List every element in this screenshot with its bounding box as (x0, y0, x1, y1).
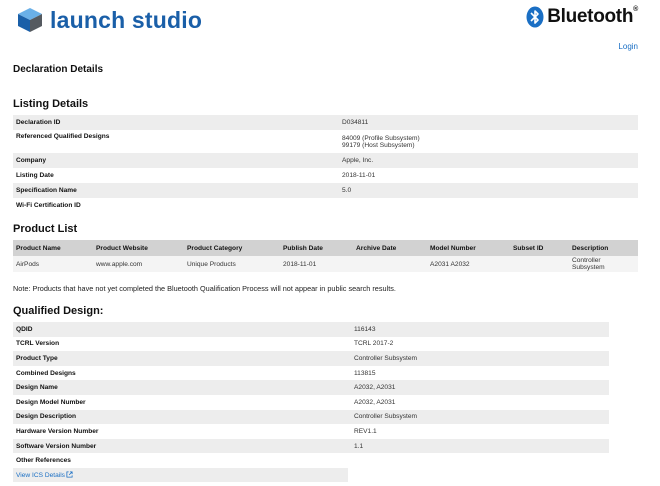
col-subset-id: Subset ID (510, 240, 569, 256)
listing-row-referenced-designs: Referenced Qualified Designs 84009 (Prof… (13, 130, 638, 153)
cell-publish-date: 2018-11-01 (280, 256, 353, 272)
col-product-category: Product Category (184, 240, 280, 256)
qd-row-combined-designs: Combined Designs 113815 (13, 366, 609, 381)
page-title: Declaration Details (13, 64, 104, 75)
qd-value: A2032, A2031 (354, 398, 396, 406)
product-list-table: Product Name Product Website Product Cat… (13, 240, 638, 272)
bluetooth-logo: Bluetooth® (526, 6, 638, 28)
search-note: Note: Products that have not yet complet… (13, 284, 396, 293)
qd-key: Design Description (16, 413, 77, 421)
col-product-website: Product Website (93, 240, 184, 256)
cell-description: Controller Subsystem (569, 256, 638, 272)
col-archive-date: Archive Date (353, 240, 427, 256)
product-list-title: Product List (13, 223, 78, 235)
listing-value (339, 198, 638, 213)
col-description: Description (569, 240, 638, 256)
listing-key: Specification Name (16, 187, 77, 194)
qd-row-software-version: Software Version Number 1.1 (13, 438, 609, 454)
listing-key: Declaration ID (16, 119, 61, 126)
qualified-design-title: Qualified Design: (13, 305, 104, 317)
bluetooth-icon (526, 6, 544, 28)
qd-key: Hardware Version Number (16, 427, 99, 435)
qd-row-qdid: QDID 116143 (13, 322, 609, 337)
qd-value: TCRL 2017-2 (354, 340, 394, 348)
col-product-name: Product Name (13, 240, 93, 256)
qd-row-design-name: Design Name A2032, A2031 (13, 380, 609, 395)
cell-subset-id (510, 256, 569, 272)
cell-product-name: AirPods (13, 256, 93, 272)
brand-name: launch studio (50, 6, 203, 33)
qd-value: 1.1 (354, 442, 364, 450)
listing-value: D034811 (342, 119, 369, 126)
listing-row-listing-date: Listing Date 2018-11-01 (13, 168, 638, 183)
external-link-icon (66, 471, 73, 478)
referenced-design-2: 99179 (Host Subsystem) (342, 141, 415, 149)
qd-row-other-references: Other References (13, 453, 609, 468)
qd-row-design-model-number: Design Model Number A2032, A2031 (13, 395, 609, 410)
qd-value: 113815 (354, 369, 376, 377)
listing-key: Listing Date (16, 172, 54, 179)
col-publish-date: Publish Date (280, 240, 353, 256)
view-ics-details-link[interactable]: View ICS Details (16, 471, 73, 479)
listing-row-specification-name: Specification Name 5.0 (13, 183, 638, 198)
referenced-design-1: 84009 (Profile Subsystem) (342, 134, 420, 142)
site-header: launch studio Bluetooth® (0, 0, 660, 40)
cell-archive-date (353, 256, 427, 272)
qd-value: REV1.1 (354, 427, 377, 435)
qd-key: TCRL Version (16, 340, 60, 348)
listing-row-wifi-certification: Wi-Fi Certification ID (13, 198, 638, 213)
listing-row-company: Company Apple, Inc. (13, 153, 638, 168)
listing-key: Wi-Fi Certification ID (16, 202, 81, 209)
qd-row-hardware-version: Hardware Version Number REV1.1 (13, 424, 609, 439)
qd-key: Design Name (16, 384, 58, 392)
cell-product-website: www.apple.com (93, 256, 184, 272)
listing-key: Referenced Qualified Designs (16, 133, 110, 140)
view-ics-details-label: View ICS Details (16, 472, 65, 479)
qd-value: Controller Subsystem (354, 413, 418, 421)
cell-model-number: A2031 A2032 (427, 256, 510, 272)
qd-key: QDID (16, 325, 33, 333)
qd-key: Other References (16, 457, 71, 465)
launch-studio-logo[interactable]: launch studio (14, 6, 202, 34)
qualified-design-table: QDID 116143 TCRL Version TCRL 2017-2 Pro… (13, 322, 609, 468)
listing-value: 5.0 (342, 187, 352, 194)
qd-row-design-description: Design Description Controller Subsystem (13, 409, 609, 425)
listing-value: Apple, Inc. (342, 157, 374, 164)
listing-value: 2018-11-01 (342, 172, 376, 179)
qd-row-product-type: Product Type Controller Subsystem (13, 351, 609, 366)
qd-key: Combined Designs (16, 369, 76, 377)
ics-details-row: View ICS Details (13, 468, 348, 482)
cell-product-category: Unique Products (184, 256, 280, 272)
product-list-header: Product Name Product Website Product Cat… (13, 240, 638, 256)
listing-value: 84009 (Profile Subsystem) 99179 (Host Sub… (339, 130, 638, 153)
qd-value: A2032, A2031 (354, 384, 396, 392)
col-model-number: Model Number (427, 240, 510, 256)
qd-value: Controller Subsystem (354, 354, 418, 362)
qd-key: Design Model Number (16, 398, 86, 406)
qd-key: Software Version Number (16, 442, 97, 450)
qd-value: 116143 (354, 325, 376, 333)
login-link[interactable]: Login (618, 42, 638, 51)
listing-key: Company (16, 157, 47, 164)
listing-row-declaration-id: Declaration ID D034811 (13, 115, 638, 130)
bluetooth-wordmark: Bluetooth (547, 6, 634, 27)
qd-row-tcrl-version: TCRL Version TCRL 2017-2 (13, 337, 609, 352)
qd-value (351, 453, 609, 468)
listing-details-table: Declaration ID D034811 Referenced Qualif… (13, 115, 638, 213)
qd-key: Product Type (16, 354, 58, 362)
launch-studio-logo-icon (18, 8, 42, 32)
listing-details-title: Listing Details (13, 98, 89, 110)
table-row: AirPods www.apple.com Unique Products 20… (13, 256, 638, 272)
registered-mark: ® (633, 6, 638, 13)
